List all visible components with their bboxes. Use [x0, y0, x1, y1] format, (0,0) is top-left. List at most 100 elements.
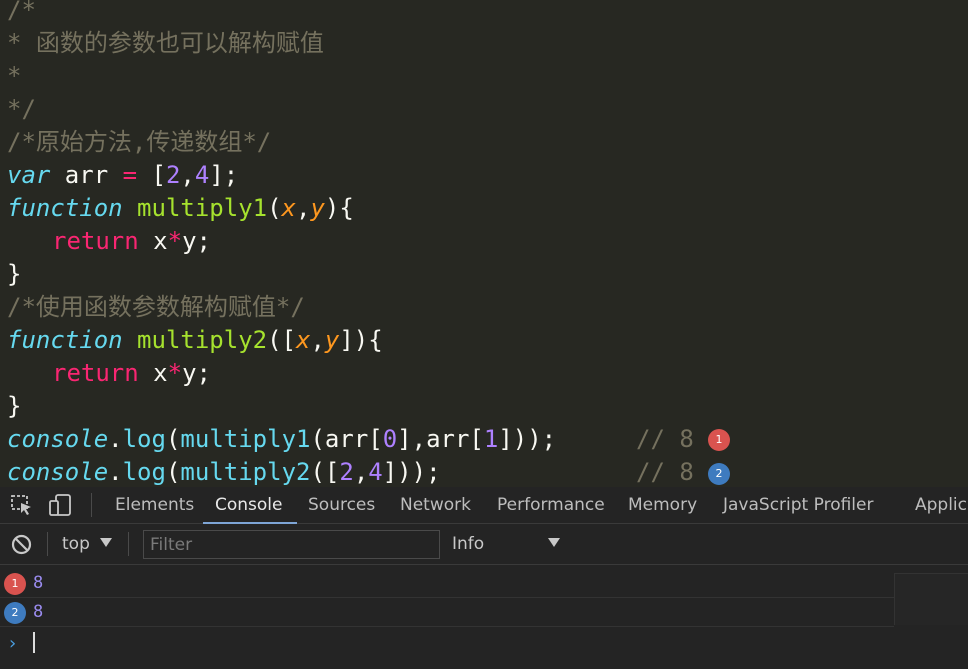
tab-elements[interactable]: Elements: [115, 487, 194, 524]
keyword-function: function: [7, 194, 123, 222]
paren-open: ([: [267, 326, 296, 354]
paren-open: (: [165, 425, 181, 453]
number-literal: 0: [382, 425, 398, 453]
result-badge-2: 2: [708, 463, 730, 485]
call-multiply2: multiply2: [180, 458, 311, 486]
identifier-y: y;: [182, 359, 211, 387]
context-label: top: [62, 534, 90, 554]
identifier-arr: arr: [50, 161, 123, 189]
number-literal: 2: [339, 458, 354, 486]
tab-application[interactable]: Applica: [915, 487, 968, 524]
code-line-11: function multiply2([x,y]){: [7, 324, 383, 357]
toolbar-divider: [47, 532, 48, 556]
clear-console-icon[interactable]: [10, 533, 33, 556]
call-multiply1: multiply1: [180, 425, 311, 453]
operator-assign: =: [122, 161, 138, 189]
number-literal: 2: [165, 161, 181, 189]
log-level-selector[interactable]: Info: [452, 524, 567, 565]
prompt-chevron-icon: ›: [9, 633, 17, 654]
context-selector[interactable]: top: [62, 524, 122, 565]
tab-sources[interactable]: Sources: [308, 487, 375, 524]
identifier-y: y;: [182, 227, 211, 255]
code-line-14: console.log(multiply1(arr[0],arr[1]));: [7, 423, 556, 456]
console-message-row: 2 8: [0, 598, 894, 627]
code-line-12: return x*y;: [52, 357, 211, 390]
code-line-5: /*原始方法,传递数组*/: [7, 128, 272, 156]
identifier-console: console: [7, 425, 109, 453]
args-mid: ],arr[: [397, 425, 484, 453]
tab-javascript-profiler[interactable]: JavaScript Profiler: [723, 487, 873, 524]
paren-open: (: [165, 458, 181, 486]
toolbar-divider: [91, 493, 92, 517]
method-log: log: [122, 458, 166, 486]
code-line-8: return x*y;: [52, 225, 211, 258]
parameter-x: x: [296, 326, 311, 354]
function-name: multiply1: [122, 194, 268, 222]
code-line-7: function multiply1(x,y){: [7, 192, 354, 225]
comma: ,: [180, 161, 195, 189]
result-badge-1: 1: [708, 429, 730, 451]
number-literal: 4: [194, 161, 210, 189]
parameter-y: y: [324, 326, 340, 354]
paren-close: ]){: [339, 326, 383, 354]
console-output: 1 8 2 8 ›: [0, 565, 968, 669]
bracket-close: ];: [209, 161, 239, 189]
tab-performance[interactable]: Performance: [497, 487, 605, 524]
code-line-2: * 函数的参数也可以解构赋值: [7, 29, 324, 57]
inline-result-comment: // 8: [636, 425, 694, 453]
code-line-9: }: [7, 260, 22, 288]
operator-multiply: *: [167, 227, 183, 255]
identifier-console: console: [7, 458, 109, 486]
comma: ,: [296, 194, 311, 222]
function-name: multiply2: [122, 326, 268, 354]
log-level-label: Info: [452, 534, 485, 554]
tab-console[interactable]: Console: [203, 487, 296, 524]
bracket-open: [: [137, 161, 166, 189]
code-line-13: }: [7, 392, 22, 420]
number-literal: 1: [483, 425, 499, 453]
message-value: 8: [33, 573, 44, 593]
console-toolbar: top Info: [0, 524, 968, 565]
code-editor[interactable]: /* * 函数的参数也可以解构赋值 * */ /*原始方法,传递数组*/ var…: [0, 0, 968, 487]
code-line-3: *: [7, 62, 22, 90]
parameter-x: x: [281, 194, 296, 222]
method-log: log: [122, 425, 166, 453]
console-input-caret[interactable]: [33, 632, 35, 653]
dot: .: [108, 425, 123, 453]
args-open: ([: [310, 458, 340, 486]
filter-input[interactable]: [143, 530, 440, 559]
tab-memory[interactable]: Memory: [628, 487, 697, 524]
args-end: ]));: [382, 458, 441, 486]
message-value: 8: [33, 602, 44, 622]
device-toolbar-icon[interactable]: [47, 492, 73, 518]
dot: .: [108, 458, 123, 486]
code-line-15: console.log(multiply2([2,4]));: [7, 456, 441, 487]
dropdown-arrow-icon: [548, 538, 560, 547]
console-sidebar-panel: [894, 573, 968, 625]
code-line-10: /*使用函数参数解构赋值*/: [7, 293, 305, 321]
paren-close: ){: [324, 194, 354, 222]
code-line-4: */: [7, 95, 36, 123]
message-badge-2: 2: [4, 602, 26, 624]
keyword-return: return: [52, 359, 139, 387]
message-badge-1: 1: [4, 573, 26, 595]
devtools-tab-bar: Elements Console Sources Network Perform…: [0, 487, 968, 524]
comma: ,: [310, 326, 325, 354]
code-line-1: /*: [7, 0, 36, 24]
keyword-function: function: [7, 326, 123, 354]
dropdown-arrow-icon: [100, 538, 112, 547]
number-literal: 4: [368, 458, 383, 486]
tab-network[interactable]: Network: [400, 487, 471, 524]
code-line-6: var arr = [2,4];: [7, 159, 238, 192]
args-open: (arr[: [310, 425, 383, 453]
inspect-element-icon[interactable]: [9, 492, 35, 518]
identifier-x: x: [138, 227, 168, 255]
args-end: ]));: [498, 425, 557, 453]
keyword-return: return: [52, 227, 139, 255]
paren-open: (: [267, 194, 282, 222]
inline-result-comment: // 8: [636, 458, 694, 486]
identifier-x: x: [138, 359, 168, 387]
args-mid: ,: [353, 458, 369, 486]
keyword-var: var: [7, 161, 51, 189]
operator-multiply: *: [167, 359, 183, 387]
